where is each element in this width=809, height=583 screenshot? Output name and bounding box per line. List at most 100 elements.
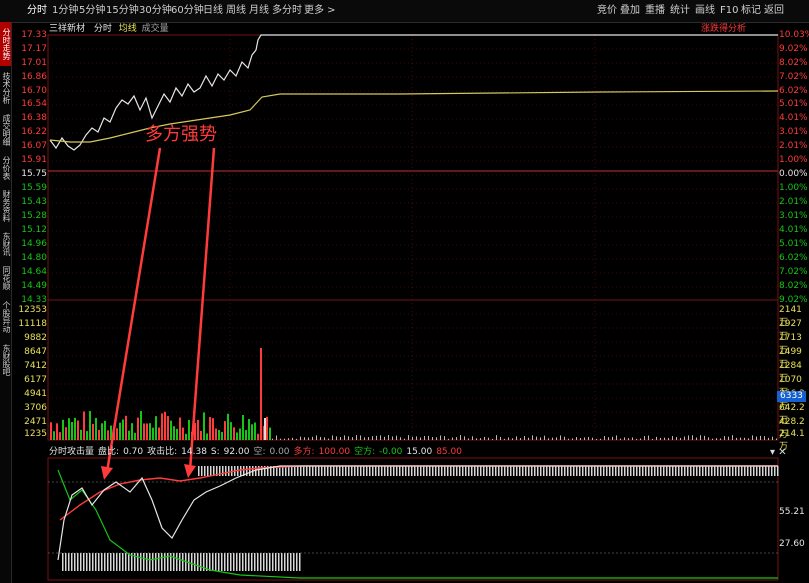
back-button[interactable]: 返回 — [764, 4, 784, 18]
volume-bar — [572, 438, 573, 440]
indicator-menu-arrow[interactable]: ▾ ✕ — [770, 447, 787, 458]
volume-bar — [656, 436, 657, 440]
volume-bar — [600, 438, 601, 440]
volume-bar — [340, 437, 341, 440]
tab-30min[interactable]: 30分钟 — [139, 4, 172, 18]
pct-tick: 4.01% — [779, 225, 808, 235]
indicator-bar — [666, 466, 668, 476]
indicator-bar — [206, 553, 208, 571]
side-tab-movement[interactable]: 个股异动 — [0, 296, 11, 338]
volume-bar — [161, 413, 163, 440]
volume-bar — [388, 435, 389, 440]
side-tab-deals[interactable]: 成交明细 — [0, 110, 11, 150]
tab-60min[interactable]: 60分钟 — [171, 4, 204, 18]
volume-bar — [266, 416, 268, 440]
indicator-bar — [255, 466, 257, 476]
indicator-bar — [441, 466, 443, 476]
indicator-bar — [104, 553, 106, 571]
replay-button[interactable]: 重播 — [645, 4, 665, 18]
volume-bar — [104, 420, 106, 440]
tab-15min[interactable]: 15分钟 — [106, 4, 139, 18]
volume-bar — [263, 425, 265, 440]
indicator-bar — [735, 466, 737, 476]
volume-bar — [604, 436, 605, 440]
price-tick: 14.33 — [21, 295, 47, 305]
indicator-bar — [363, 466, 365, 476]
volume-bar — [95, 417, 97, 440]
indicator-bar — [678, 466, 680, 476]
tab-multi-fenshi[interactable]: 多分时 — [272, 4, 302, 18]
jingjia-button[interactable]: 竞价 — [597, 4, 617, 18]
indicator-bar — [176, 553, 178, 571]
volume-bar — [752, 435, 753, 440]
volume-bar — [128, 430, 130, 440]
side-tab-guba[interactable]: 东财股吧 — [0, 340, 11, 380]
indicator-bar — [312, 466, 314, 476]
price-tick: 17.17 — [21, 44, 47, 54]
overlay-button[interactable]: 叠加 — [620, 4, 640, 18]
volume-bar — [732, 435, 733, 440]
indicator-bar — [654, 466, 656, 476]
volume-bar — [744, 437, 745, 440]
volume-bar — [110, 425, 112, 440]
indicator-bar — [297, 466, 299, 476]
indicator-bar — [669, 466, 671, 476]
volume-bar — [304, 437, 305, 440]
mark-button[interactable]: 标记 — [741, 4, 761, 18]
f10-button[interactable]: F10 — [720, 4, 738, 18]
indicator-bar — [288, 466, 290, 476]
indicator-bar — [465, 466, 467, 476]
volume-bar — [644, 436, 645, 440]
indicator-green-line — [57, 469, 778, 579]
chart-title-bar: 三祥新材 分时 均线 成交量 — [49, 22, 169, 36]
change-analysis-link[interactable]: 涨跌得分析 — [701, 22, 746, 36]
draw-line-button[interactable]: 画线 — [695, 4, 715, 18]
side-tab-tech[interactable]: 技术分析 — [0, 68, 11, 108]
side-tab-finance[interactable]: 财务资料 — [0, 186, 11, 226]
volume-bar — [197, 419, 199, 440]
indicator-bar — [525, 466, 527, 476]
indicator-bar — [357, 466, 359, 476]
indicator-bar — [651, 466, 653, 476]
indicator-bar — [435, 466, 437, 476]
duofang-label: 多方: — [293, 447, 315, 457]
indicator-bar — [188, 553, 190, 571]
volume-bar — [556, 437, 557, 440]
indicator-bar — [528, 466, 530, 476]
volume-bar — [512, 438, 513, 440]
indicator-bar — [246, 466, 248, 476]
volume-bar — [312, 436, 313, 440]
volume-bar — [83, 411, 85, 440]
indicator-bar — [137, 553, 139, 571]
side-tab-price[interactable]: 分价表 — [0, 152, 11, 184]
tab-monthly[interactable]: 月线 — [249, 4, 269, 18]
volume-bar — [71, 422, 73, 440]
indicator-bar — [294, 466, 296, 476]
stats-button[interactable]: 统计 — [670, 4, 690, 18]
volume-bar — [736, 437, 737, 440]
indicator-red-line — [59, 465, 778, 521]
tab-5min[interactable]: 5分钟 — [79, 4, 105, 18]
tab-1min[interactable]: 1分钟 — [52, 4, 78, 18]
tab-fenshi[interactable]: 分时 — [27, 4, 47, 18]
price-tick: 16.54 — [21, 99, 47, 109]
side-tab-fenshi[interactable]: 分时走势 — [0, 22, 11, 66]
tab-daily[interactable]: 日线 — [203, 4, 223, 18]
side-tab-dongcai[interactable]: 东财讯 — [0, 228, 11, 260]
tab-more[interactable]: 更多 > — [304, 4, 336, 18]
indicator-bar — [387, 466, 389, 476]
indicator-name[interactable]: 分时攻击量 — [49, 447, 94, 457]
indicator-bar — [282, 466, 284, 476]
annotation-text: 多方强势 — [145, 124, 217, 145]
volume-bar — [53, 431, 55, 440]
indicator-bar — [552, 466, 554, 476]
volume-bar — [336, 436, 337, 440]
tab-weekly[interactable]: 周线 — [226, 4, 246, 18]
volume-bar — [92, 423, 94, 440]
indicator-bar — [426, 466, 428, 476]
indicator-bar — [248, 553, 250, 571]
stock-name: 三祥新材 — [49, 24, 86, 34]
side-tab-ths[interactable]: 同花顺 — [0, 262, 11, 294]
indicator-bar — [287, 553, 289, 571]
volume-bar — [86, 431, 88, 440]
